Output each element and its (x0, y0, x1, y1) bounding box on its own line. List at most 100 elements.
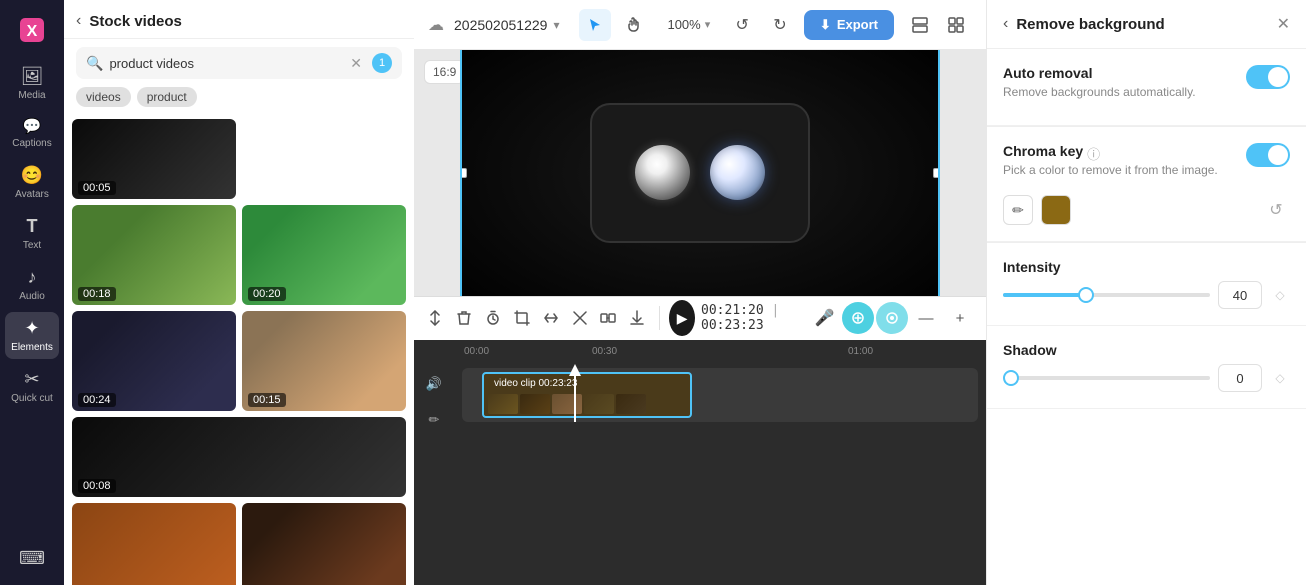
intensity-slider-fill (1003, 293, 1086, 297)
search-clear-button[interactable]: ✕ (350, 55, 362, 72)
tag-product[interactable]: product (137, 87, 197, 107)
video-thumb-3[interactable]: 00:20 (242, 205, 406, 305)
filter-badge[interactable]: 1 (372, 53, 392, 73)
sidebar-label-media: Media (18, 90, 45, 101)
shadow-label: Shadow (1003, 342, 1290, 358)
shadow-section: Shadow 0 ◇ (987, 326, 1306, 409)
export-button[interactable]: ⬇ Export (804, 10, 894, 40)
sidebar-item-elements[interactable]: ✦ Elements (5, 312, 59, 359)
auto-removal-title: Auto removal (1003, 65, 1236, 81)
intensity-label: Intensity (1003, 259, 1290, 275)
video-track-row: video clip 00:23:23 (462, 368, 978, 422)
media-back-button[interactable]: ‹ (76, 12, 81, 30)
sidebar-item-captions[interactable]: 💬 Captions (5, 111, 59, 155)
timeline-crop-button[interactable] (510, 302, 533, 334)
chroma-key-info-icon[interactable]: ⓘ (1087, 144, 1100, 163)
thumb-duration-6: 00:08 (78, 479, 116, 493)
doc-name[interactable]: 202502051229 ▾ (454, 17, 559, 33)
search-input[interactable] (109, 56, 344, 71)
text-icon: T (27, 216, 38, 237)
mic-button[interactable]: 🎤 (813, 302, 836, 334)
video-thumb-2[interactable]: 00:18 (72, 205, 236, 305)
track-controls: 🔊 ✏ (414, 340, 454, 585)
auto-removal-row: Auto removal Remove backgrounds automati… (1003, 65, 1290, 109)
chroma-key-title: Chroma key (1003, 143, 1083, 159)
panel-back-button[interactable]: ‹ (1003, 15, 1008, 33)
sidebar-item-text[interactable]: T Text (5, 210, 59, 257)
timeline-download-button[interactable] (626, 302, 649, 334)
quickcut-icon: ✂ (24, 369, 39, 390)
video-thumb-8[interactable]: 00:19 (242, 503, 406, 585)
chroma-color-swatch[interactable] (1041, 195, 1071, 225)
chroma-color-row: ✏ ↺ (1003, 195, 1290, 225)
search-bar: 🔍 ✕ 1 (76, 47, 402, 79)
hand-tool-button[interactable] (617, 9, 649, 41)
export-label: Export (837, 17, 878, 32)
clip-label: video clip 00:23:23 (488, 376, 583, 391)
intensity-keyframe-button[interactable]: ◇ (1270, 285, 1290, 305)
zoom-control[interactable]: 100% ▾ (659, 13, 718, 36)
sidebar-label-avatars: Avatars (15, 189, 49, 200)
top-bar: ☁ 202502051229 ▾ 100% ▾ ↺ ↻ (414, 0, 986, 50)
play-button[interactable]: ▶ (669, 300, 695, 336)
timeline-speed-button[interactable] (482, 302, 505, 334)
track-volume-button[interactable]: 🔊 (420, 370, 448, 398)
sidebar-logo[interactable]: X (5, 10, 59, 50)
timeline-zoom-out-button[interactable]: — (910, 302, 942, 334)
timeline-action-cyan-1[interactable] (842, 302, 874, 334)
chroma-reset-button[interactable]: ↺ (1262, 196, 1290, 224)
redo-button[interactable]: ↻ (766, 9, 794, 41)
undo-button[interactable]: ↺ (728, 9, 756, 41)
tag-videos[interactable]: videos (76, 87, 131, 107)
sidebar-item-media[interactable]: 🖼 Media (5, 60, 59, 107)
ruler-mark-2: 01:00 (848, 346, 976, 357)
canvas-video (460, 50, 940, 296)
timeline-delete-button[interactable] (453, 302, 476, 334)
sidebar-item-keyboard[interactable]: ⌨ (5, 542, 59, 575)
chroma-pencil-button[interactable]: ✏ (1003, 195, 1033, 225)
chroma-key-labels: Chroma key ⓘ Pick a color to remove it f… (1003, 143, 1236, 187)
video-thumb-6[interactable]: 00:08 (72, 417, 406, 497)
vr-headset-visual (462, 50, 938, 296)
track-edit-button[interactable]: ✏ (420, 406, 448, 434)
doc-name-text: 202502051229 (454, 17, 547, 33)
elements-icon: ✦ (24, 318, 39, 339)
video-thumb-5[interactable]: 00:15 (242, 311, 406, 411)
canvas-container: ••• (460, 50, 940, 296)
clip-frame-5 (616, 394, 646, 414)
intensity-slider-thumb[interactable] (1078, 287, 1094, 303)
intensity-slider[interactable] (1003, 293, 1210, 297)
panel-header: ‹ Remove background ✕ (987, 0, 1306, 49)
panel-close-button[interactable]: ✕ (1277, 14, 1290, 34)
ruler-mark-0: 00:00 (464, 346, 592, 357)
auto-removal-desc: Remove backgrounds automatically. (1003, 85, 1236, 99)
timeline-split-button[interactable] (424, 302, 447, 334)
video-thumb-7[interactable]: 00:11 (72, 503, 236, 585)
timeline-zoom-in-button[interactable]: + (944, 302, 976, 334)
video-thumb-4[interactable]: 00:24 (72, 311, 236, 411)
shadow-keyframe-button[interactable]: ◇ (1270, 368, 1290, 388)
layout-toggle-button-2[interactable] (940, 9, 972, 41)
timeline-action-cyan-2[interactable] (876, 302, 908, 334)
auto-removal-toggle[interactable] (1246, 65, 1290, 89)
timeline-remove-button[interactable] (568, 302, 591, 334)
audio-icon: ♪ (28, 267, 37, 288)
shadow-slider[interactable] (1003, 376, 1210, 380)
video-clip[interactable]: video clip 00:23:23 (482, 372, 692, 418)
sidebar-item-quickcut[interactable]: ✂ Quick cut (5, 363, 59, 410)
video-thumb-1[interactable]: 00:05 (72, 119, 236, 199)
layout-toggle-button-1[interactable] (904, 9, 936, 41)
pointer-tool-button[interactable] (579, 9, 611, 41)
chroma-key-toggle[interactable] (1246, 143, 1290, 167)
timeline-transition-button[interactable] (597, 302, 620, 334)
timeline-flip-button[interactable] (539, 302, 562, 334)
play-icon: ▶ (677, 310, 688, 327)
shadow-slider-thumb[interactable] (1003, 370, 1019, 386)
thumb-duration-4: 00:24 (78, 393, 116, 407)
sidebar-item-audio[interactable]: ♪ Audio (5, 261, 59, 308)
doc-chevron-icon: ▾ (553, 18, 559, 32)
sidebar-item-avatars[interactable]: 😊 Avatars (5, 159, 59, 206)
chroma-key-row: Chroma key ⓘ Pick a color to remove it f… (1003, 143, 1290, 187)
tags-row: videos product (64, 87, 414, 115)
playhead[interactable] (574, 368, 576, 422)
